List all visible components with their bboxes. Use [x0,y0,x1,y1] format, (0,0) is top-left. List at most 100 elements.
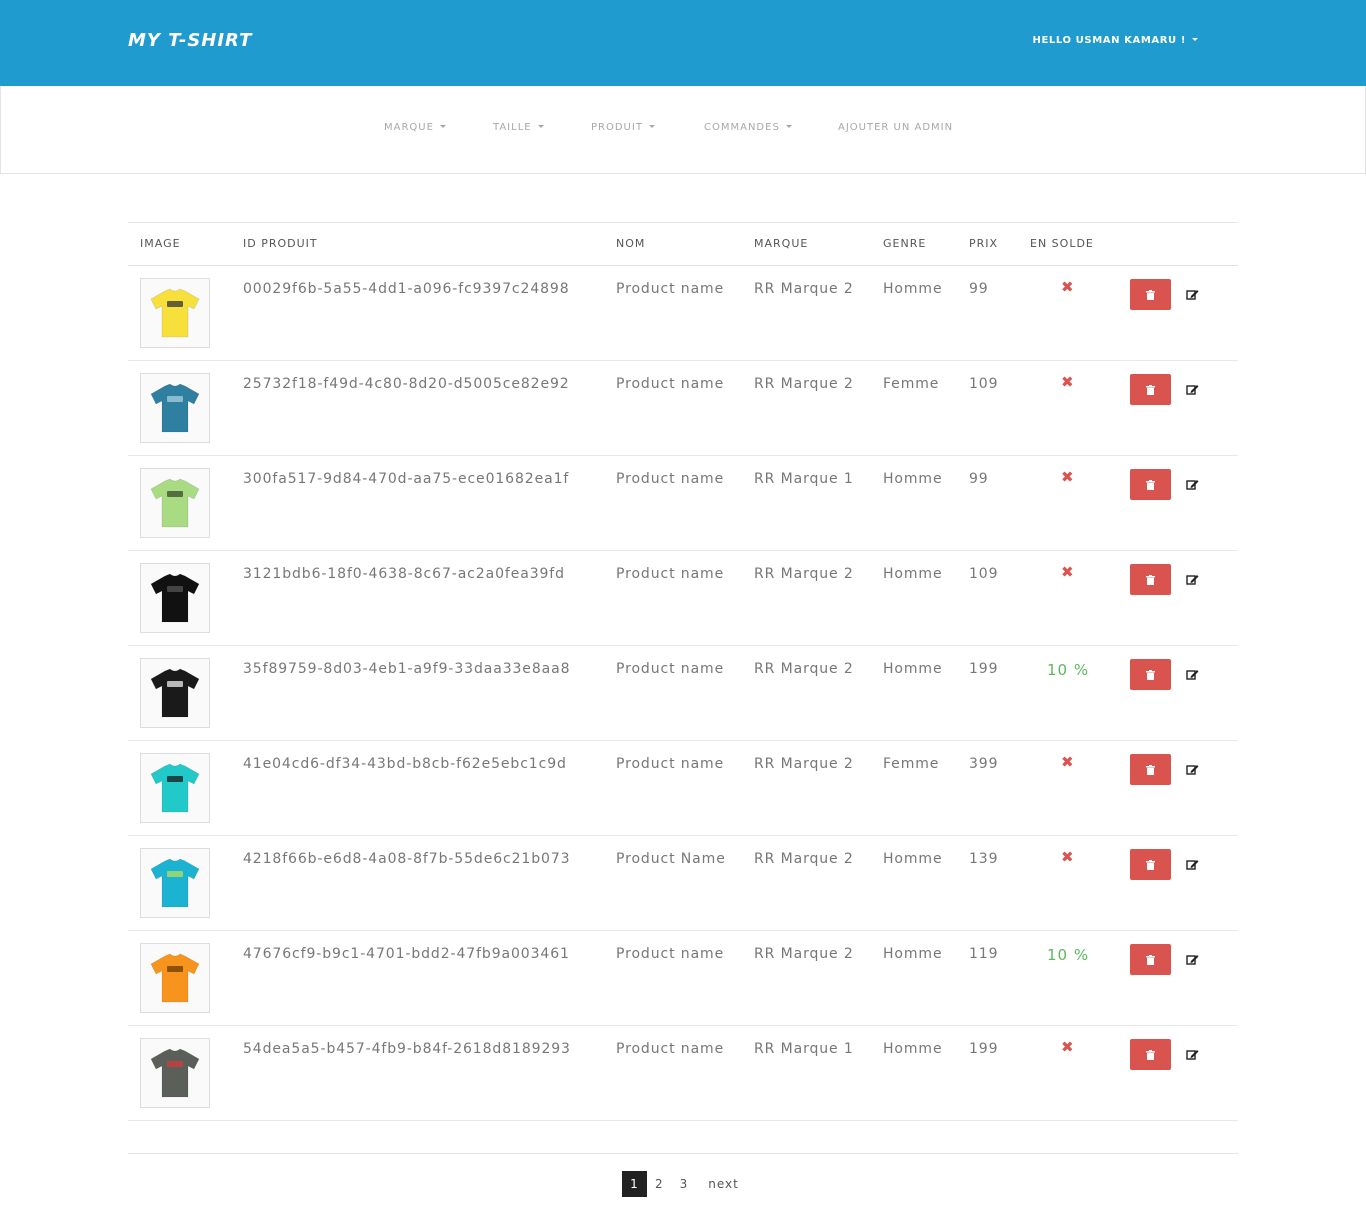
product-price-cell: 199 [969,1041,999,1057]
product-price-cell: 99 [969,281,989,297]
delete-button[interactable] [1130,659,1171,690]
trash-icon [1146,669,1155,680]
edit-icon [1186,765,1199,775]
edit-icon [1186,670,1199,680]
product-thumbnail[interactable] [140,278,210,348]
product-gender-cell: Femme [883,376,940,392]
delete-button[interactable] [1130,374,1171,405]
nav-item-marque[interactable]: MARQUE [384,122,446,133]
table-row: 300fa517-9d84-470d-aa75-ece01682ea1f Prod… [128,456,1238,551]
delete-button[interactable] [1130,754,1171,785]
product-price-cell: 199 [969,661,999,677]
main-nav: MARQUE TAILLE PRODUIT COMMANDES AJOUTER … [0,86,1366,174]
nav-item-taille[interactable]: TAILLE [493,122,544,133]
edit-button[interactable] [1186,381,1200,395]
not-on-sale-icon: ✖ [1061,1038,1074,1056]
table-row: 25732f18-f49d-4c80-8d20-d5005ce82e92 Prod… [128,361,1238,456]
table-row: 54dea5a5-b457-4fb9-b84f-2618d8189293 Prod… [128,1026,1238,1121]
trash-icon [1146,289,1155,300]
delete-button[interactable] [1130,849,1171,880]
trash-icon [1146,954,1155,965]
product-thumbnail[interactable] [140,753,210,823]
tshirt-shape [150,763,200,813]
nav-item-produit[interactable]: PRODUIT [591,122,655,133]
brand-logo[interactable]: MY T-SHIRT [128,30,252,51]
product-brand-cell: RR Marque 2 [754,566,854,582]
product-brand-cell: RR Marque 2 [754,661,854,677]
product-thumbnail[interactable] [140,1038,210,1108]
tshirt-image [150,858,200,908]
delete-button[interactable] [1130,469,1171,500]
page-2-link[interactable]: 2 [647,1171,672,1197]
page-1-link[interactable]: 1 [622,1171,647,1197]
edit-button[interactable] [1186,856,1200,870]
tshirt-print [167,301,183,307]
edit-button[interactable] [1186,666,1200,680]
product-price-cell: 119 [969,946,999,962]
edit-button[interactable] [1186,476,1200,490]
delete-button[interactable] [1130,279,1171,310]
product-thumbnail[interactable] [140,658,210,728]
delete-button[interactable] [1130,1039,1171,1070]
tshirt-print [167,776,183,782]
tshirt-print [167,681,183,687]
user-menu[interactable]: HELLO USMAN KAMARU ! [1033,35,1198,46]
table-row: 4218f66b-e6d8-4a08-8f7b-55de6c21b073 Prod… [128,836,1238,931]
table-row: 47676cf9-b9c1-4701-bdd2-47fb9a003461 Prod… [128,931,1238,1026]
table-row: 00029f6b-5a55-4dd1-a096-fc9397c24898 Prod… [128,266,1238,361]
nav-item-commandes[interactable]: COMMANDES [704,122,792,133]
product-name-cell: Product name [616,566,725,582]
product-thumbnail[interactable] [140,468,210,538]
product-thumbnail[interactable] [140,563,210,633]
chevron-down-icon [785,124,792,128]
tshirt-image [150,1048,200,1098]
tshirt-image [150,478,200,528]
edit-button[interactable] [1186,1046,1200,1060]
edit-button[interactable] [1186,571,1200,585]
edit-icon [1186,1050,1199,1060]
product-id-cell: 300fa517-9d84-470d-aa75-ece01682ea1f [243,471,570,487]
product-name-cell: Product name [616,661,725,677]
edit-icon [1186,290,1199,300]
product-name-cell: Product name [616,1041,725,1057]
chevron-down-icon [537,124,544,128]
product-thumbnail[interactable] [140,373,210,443]
product-thumbnail[interactable] [140,848,210,918]
column-header-id: ID PRODUIT [243,237,318,250]
not-on-sale-icon: ✖ [1061,848,1074,866]
edit-icon [1186,860,1199,870]
next-page-link[interactable]: next [696,1171,747,1197]
tshirt-shape [150,953,200,1003]
table-row: 3121bdb6-18f0-4638-8c67-ac2a0fea39fd Prod… [128,551,1238,646]
product-price-cell: 99 [969,471,989,487]
trash-icon [1146,1049,1155,1060]
tshirt-shape [150,573,200,623]
tshirt-image [150,288,200,338]
product-brand-cell: RR Marque 2 [754,376,854,392]
delete-button[interactable] [1130,564,1171,595]
edit-button[interactable] [1186,286,1200,300]
nav-item-ajouter-admin[interactable]: AJOUTER UN ADMIN [838,122,953,133]
table-row: 35f89759-8d03-4eb1-a9f9-33daa33e8aa8 Prod… [128,646,1238,741]
product-price-cell: 109 [969,566,999,582]
tshirt-image [150,668,200,718]
product-name-cell: Product Name [616,851,726,867]
edit-button[interactable] [1186,761,1200,775]
product-price-cell: 109 [969,376,999,392]
not-on-sale-icon: ✖ [1061,753,1074,771]
tshirt-print [167,871,183,877]
product-price-cell: 399 [969,756,999,772]
not-on-sale-icon: ✖ [1061,373,1074,391]
tshirt-shape [150,383,200,433]
edit-button[interactable] [1186,951,1200,965]
delete-button[interactable] [1130,944,1171,975]
product-gender-cell: Femme [883,756,940,772]
page-3-link[interactable]: 3 [672,1171,697,1197]
product-thumbnail[interactable] [140,943,210,1013]
nav-item-label: TAILLE [493,122,532,133]
not-on-sale-icon: ✖ [1061,278,1074,296]
product-gender-cell: Homme [883,1041,943,1057]
divider [128,1153,1238,1154]
column-header-marque: MARQUE [754,237,809,250]
tshirt-image [150,763,200,813]
